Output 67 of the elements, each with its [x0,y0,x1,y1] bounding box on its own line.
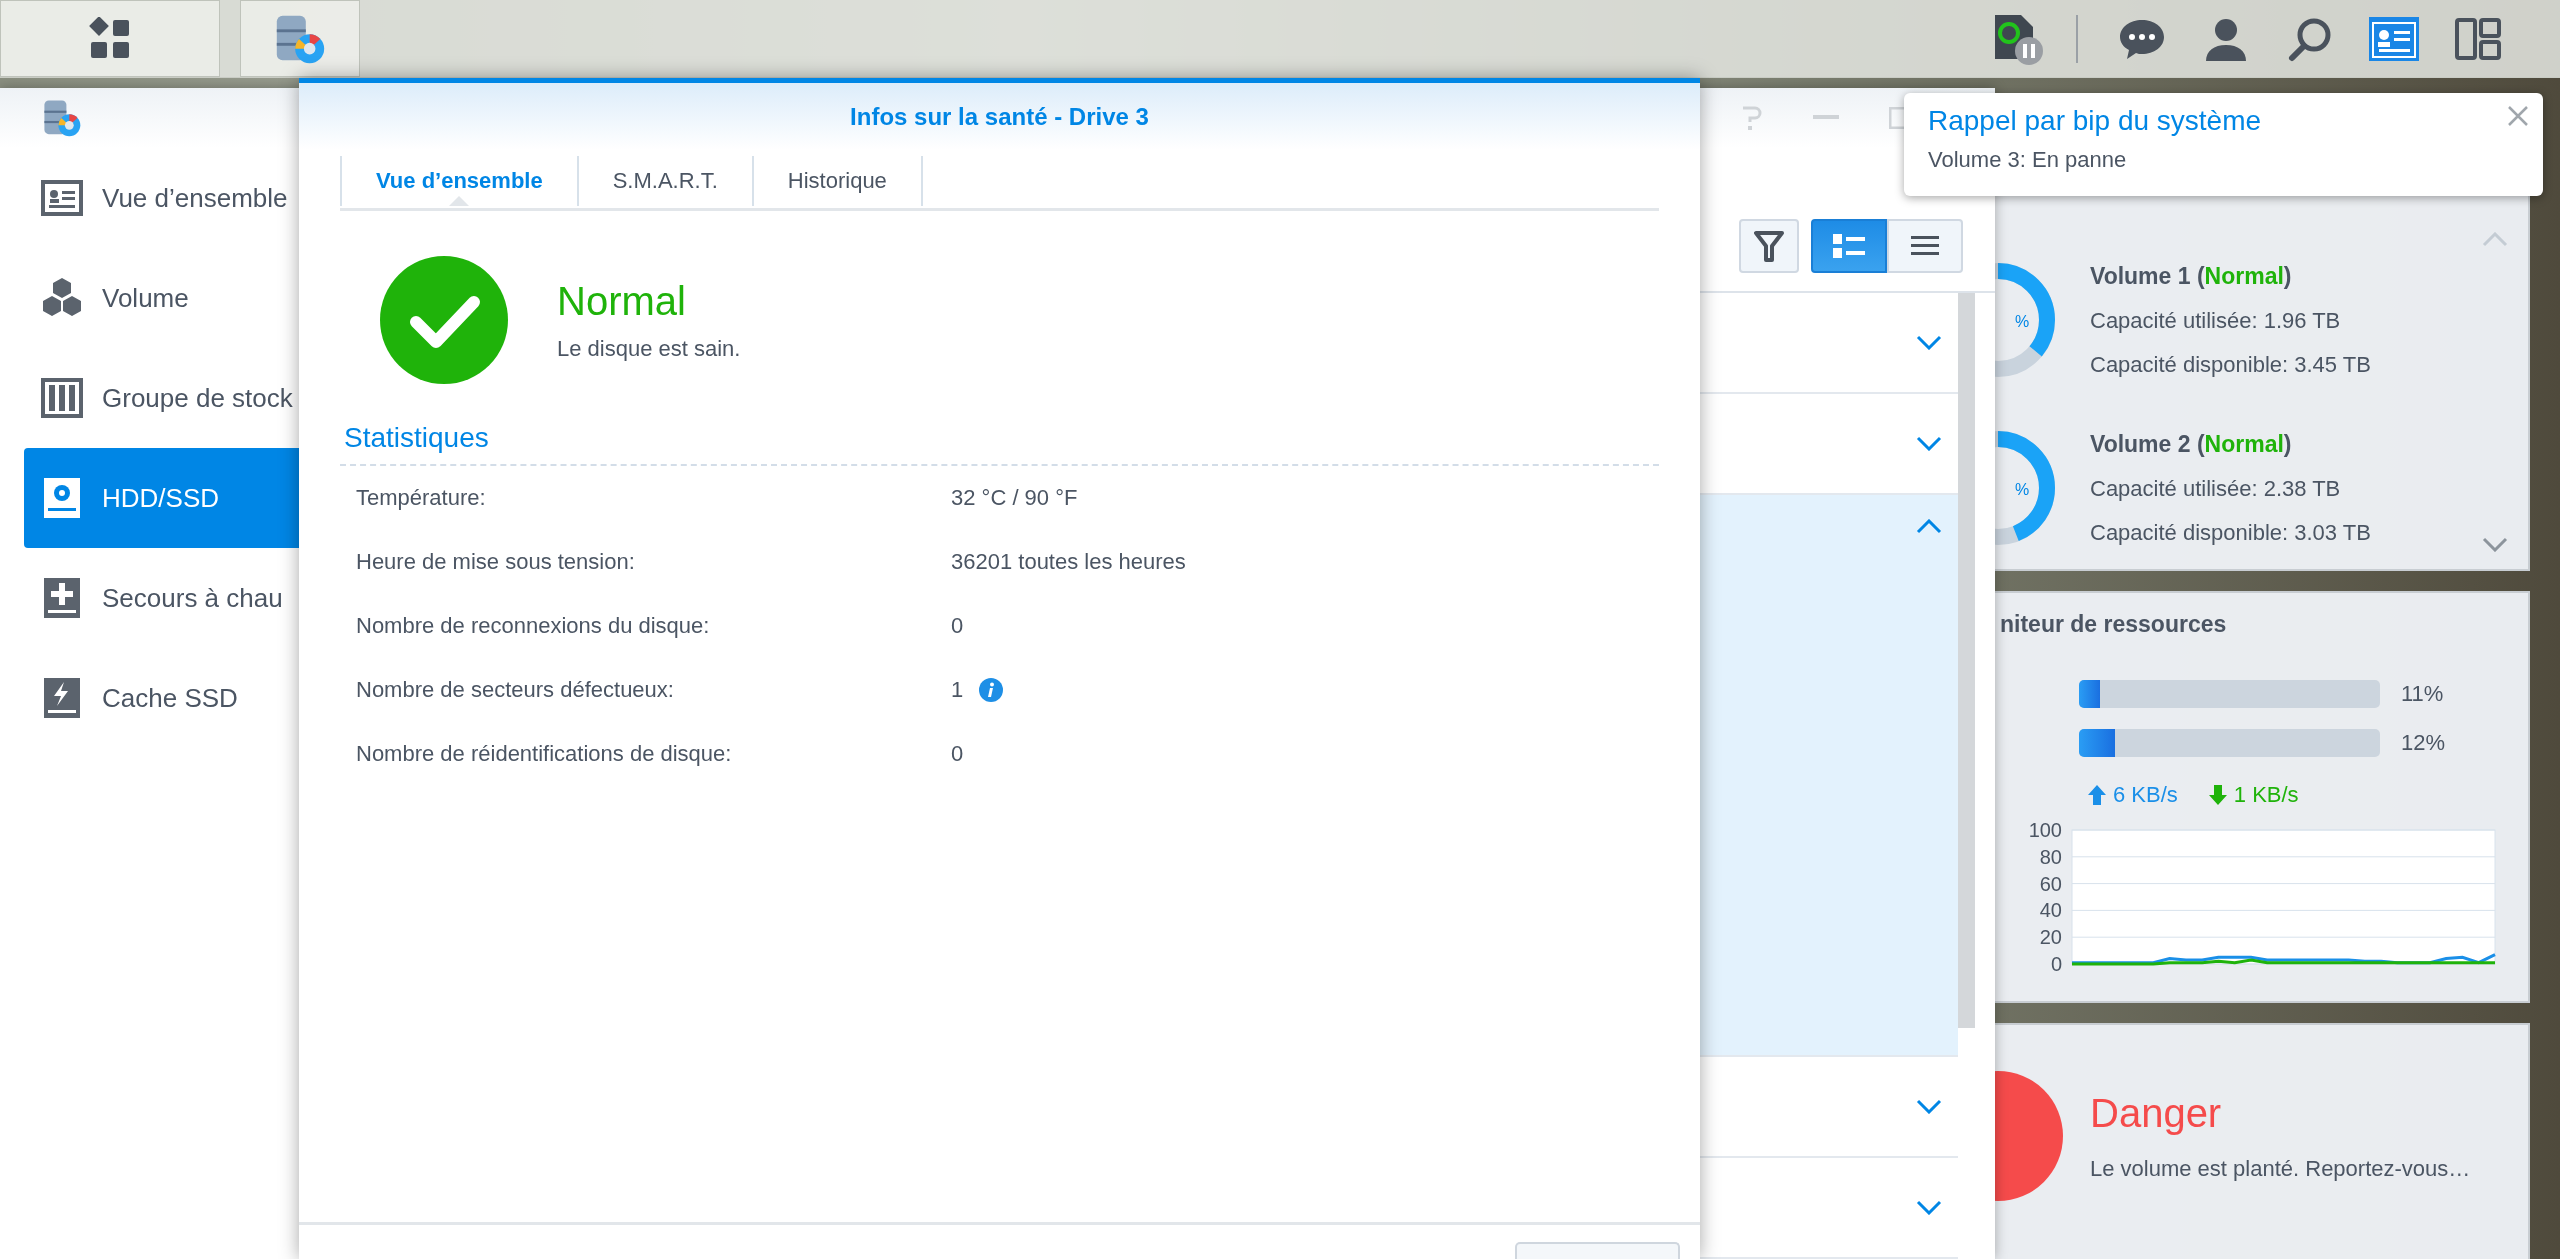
stat-label: Température: [355,485,487,511]
status-message: Le disque est sain. [557,335,741,362]
axis-tick-label: 80 [2039,845,2062,868]
volume-title: Volume 1 (Normal) [2090,262,2293,290]
available-capacity: Capacité disponible: 3.03 TB [2090,519,2371,546]
used-capacity: Capacité utilisée: 1.96 TB [2090,307,2342,334]
axis-tick-label: 40 [2039,899,2062,922]
sidebar-item[interactable]: Cache SSD [24,648,300,748]
filter-button[interactable] [1739,219,1799,273]
main-menu-button[interactable] [0,0,220,77]
axis-tick-label: 100 [2028,822,2062,841]
arrow-up-icon [2087,784,2107,806]
used-capacity: Capacité utilisée: 2.38 TB [2090,475,2342,502]
meter-reading: 12% [2401,729,2446,756]
stat-label: Heure de mise sous tension: [355,549,636,575]
chevron-down-icon [1916,1099,1942,1114]
notification-title: Rappel par bip du système [1928,105,2262,137]
drive-bays-icon [40,376,84,420]
stat-value: 0 [951,741,964,767]
stat-value: 32 °C / 90 °F [951,485,1078,511]
stat-label: Nombre de réidentifications de disque: [355,741,733,767]
arrow-down-icon [2207,784,2228,806]
chevron-down-icon [1916,1200,1942,1215]
status-label: Normal [557,278,687,324]
axis-tick-label: 20 [2039,926,2062,949]
dialog-title: Infos sur la santé - Drive 3 [850,102,1149,131]
sidebar-item[interactable]: Vue d’ensemble [24,148,300,248]
sidebar-item[interactable]: Secours à chau [24,548,300,648]
download-rate: 1 KB/s [2207,782,2299,808]
chevron-up-icon [1916,519,1942,534]
percent-sign: % [2015,313,2030,330]
stat-label: Nombre de reconnexions du disque: [355,613,711,639]
stat-value: 0 [951,613,964,639]
stat-value: 1 [951,677,964,703]
tab[interactable]: S.M.A.R.T. [576,156,752,206]
chevron-down-icon [1916,436,1942,451]
volume-title: Volume 2 (Normal) [2090,430,2293,458]
list-details-icon [1831,232,1867,260]
widget-title: niteur de ressources [1999,610,2228,638]
sidebar-item[interactable]: HDD/SSD [24,448,300,548]
close-icon [2507,105,2529,127]
health-message: Le volume est planté. Reportez-vous… [2090,1155,2471,1182]
grid-icon [88,16,132,61]
sidebar-item[interactable]: Volume [24,248,300,348]
section-title: Statistiques [340,422,1659,466]
meter-reading: 11% [2401,680,2444,707]
available-capacity: Capacité disponible: 3.45 TB [2090,351,2371,378]
chevron-down-icon [1916,335,1942,350]
app-button[interactable] [240,0,360,77]
chevron-down-icon[interactable] [2482,537,2508,552]
filter-icon [1754,230,1784,262]
close-button[interactable] [2507,105,2529,127]
id-card-icon [2369,16,2419,61]
view-toggle-button[interactable] [1811,219,1887,273]
upload-rate: 6 KB/s [2087,782,2178,808]
axis-tick-label: 0 [2050,953,2062,972]
percent-sign: % [2015,481,2030,498]
sidebar-item[interactable]: Groupe de stock [24,348,300,448]
info-icon[interactable] [979,678,1004,702]
stat-value: 36201 toutes les heures [951,549,1186,575]
axis-tick-label: 60 [2039,872,2062,895]
health-status: Danger [2090,1090,2223,1136]
notification-message: Volume 3: En panne [1928,147,2128,173]
scrollbar[interactable] [1958,293,1975,1028]
tab[interactable]: Historique [751,156,923,206]
stat-label: Nombre de secteurs défectueux: [355,677,675,703]
tab[interactable]: Vue d’ensemble [340,156,577,206]
